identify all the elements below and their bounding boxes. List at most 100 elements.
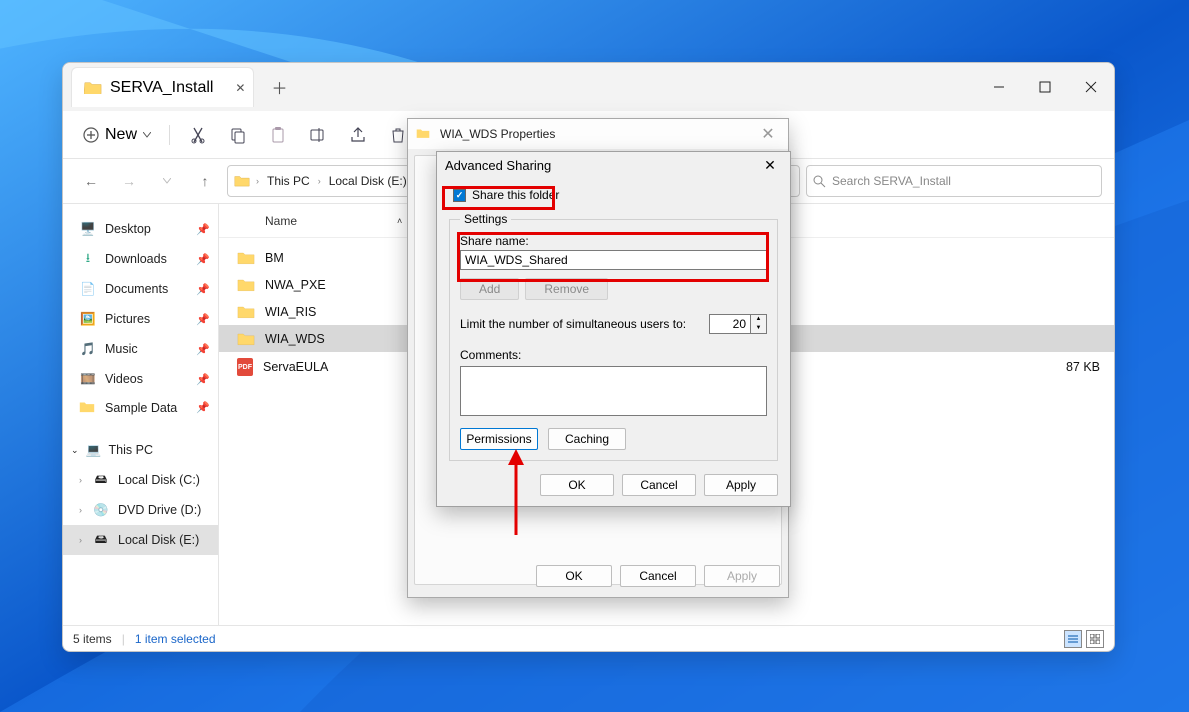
chevron-right-icon: › <box>79 505 82 515</box>
remove-button[interactable]: Remove <box>525 278 608 300</box>
folder-icon <box>237 304 255 319</box>
chevron-down-icon: ⌄ <box>71 445 79 456</box>
file-name: BM <box>265 251 284 265</box>
share-name-input[interactable] <box>460 250 767 270</box>
add-button[interactable]: Add <box>460 278 519 300</box>
properties-ok-button[interactable]: OK <box>536 565 612 587</box>
maximize-button[interactable] <box>1022 71 1068 103</box>
nav-drive-d[interactable]: ›💿DVD Drive (D:) <box>63 495 218 525</box>
file-name: ServaEULA <box>263 360 328 374</box>
comments-input[interactable] <box>460 366 767 416</box>
close-icon[interactable]: ✕ <box>756 124 780 144</box>
pin-icon: 📌 <box>196 313 210 326</box>
videos-icon: 🎞️ <box>79 370 97 388</box>
pin-icon: 📌 <box>196 283 210 296</box>
nav-music[interactable]: 🎵Music📌 <box>63 334 218 364</box>
view-icons-button[interactable] <box>1086 630 1104 648</box>
thispc-icon: 💻 <box>85 441 103 459</box>
tab-serva-install[interactable]: SERVA_Install ✕ <box>71 67 254 107</box>
properties-cancel-button[interactable]: Cancel <box>620 565 696 587</box>
search-icon <box>813 175 826 188</box>
limit-users-spinner[interactable]: ▲▼ <box>709 314 767 334</box>
share-this-folder-checkbox[interactable]: ✓ Share this folder <box>449 184 778 206</box>
limit-users-input[interactable] <box>709 314 751 334</box>
folder-icon <box>84 80 102 95</box>
downloads-icon: ⭳ <box>79 250 97 268</box>
annotation-arrow-icon <box>504 449 528 535</box>
nav-downloads[interactable]: ⭳Downloads📌 <box>63 244 218 274</box>
advanced-sharing-titlebar[interactable]: Advanced Sharing ✕ <box>437 152 790 178</box>
recent-locations-chevron[interactable] <box>151 165 183 197</box>
nav-drive-c[interactable]: ›🖴Local Disk (C:) <box>63 465 218 495</box>
forward-button[interactable]: → <box>113 165 145 197</box>
close-icon[interactable]: ✕ <box>758 157 782 174</box>
pin-icon: 📌 <box>196 401 210 414</box>
copy-icon[interactable] <box>220 117 256 153</box>
new-button[interactable]: New <box>75 122 159 148</box>
close-button[interactable] <box>1068 71 1114 103</box>
spinner-down-icon[interactable]: ▼ <box>751 324 766 333</box>
file-name: NWA_PXE <box>265 278 326 292</box>
back-button[interactable]: ← <box>75 165 107 197</box>
advanced-sharing-title: Advanced Sharing <box>445 158 551 173</box>
file-name: WIA_WDS <box>265 332 325 346</box>
properties-title: WIA_WDS Properties <box>440 127 555 141</box>
pictures-icon: 🖼️ <box>79 310 97 328</box>
view-details-button[interactable] <box>1064 630 1082 648</box>
pin-icon: 📌 <box>196 343 210 356</box>
nav-thispc[interactable]: ⌄💻This PC <box>63 435 218 465</box>
column-name[interactable]: Name <box>265 214 297 228</box>
folder-icon <box>79 400 97 415</box>
share-icon[interactable] <box>340 117 376 153</box>
search-placeholder: Search SERVA_Install <box>832 174 951 188</box>
properties-apply-button[interactable]: Apply <box>704 565 780 587</box>
nav-documents[interactable]: 📄Documents📌 <box>63 274 218 304</box>
pdf-icon: PDF <box>237 358 253 376</box>
up-button[interactable]: ↑ <box>189 165 221 197</box>
rename-icon[interactable] <box>300 117 336 153</box>
permissions-button[interactable]: Permissions <box>460 428 538 450</box>
breadcrumb-drive[interactable]: Local Disk (E:) <box>325 172 411 190</box>
share-name-label: Share name: <box>460 234 767 248</box>
status-bar: 5 items | 1 item selected <box>63 625 1114 651</box>
properties-titlebar[interactable]: WIA_WDS Properties ✕ <box>408 119 788 149</box>
music-icon: 🎵 <box>79 340 97 358</box>
adv-ok-button[interactable]: OK <box>540 474 614 496</box>
folder-icon <box>416 127 434 142</box>
cut-icon[interactable] <box>180 117 216 153</box>
nav-drive-e[interactable]: ›🖴Local Disk (E:) <box>63 525 218 555</box>
limit-users-label: Limit the number of simultaneous users t… <box>460 317 686 331</box>
adv-apply-button[interactable]: Apply <box>704 474 778 496</box>
navigation-pane: 🖥️Desktop📌 ⭳Downloads📌 📄Documents📌 🖼️Pic… <box>63 204 219 625</box>
chevron-right-icon: › <box>79 475 82 485</box>
pin-icon: 📌 <box>196 373 210 386</box>
dvd-icon: 💿 <box>92 501 110 519</box>
settings-legend: Settings <box>460 212 511 226</box>
new-tab-button[interactable]: ＋ <box>264 75 294 99</box>
tab-close-icon[interactable]: ✕ <box>235 81 245 95</box>
nav-desktop[interactable]: 🖥️Desktop📌 <box>63 214 218 244</box>
settings-group: Settings Share name: Add Remove Limit th… <box>449 212 778 461</box>
paste-icon[interactable] <box>260 117 296 153</box>
status-selected: 1 item selected <box>135 632 216 646</box>
folder-icon <box>237 277 255 292</box>
nav-sampledata[interactable]: Sample Data📌 <box>63 394 218 421</box>
folder-icon <box>237 331 255 346</box>
minimize-button[interactable] <box>976 71 1022 103</box>
spinner-up-icon[interactable]: ▲ <box>751 315 766 324</box>
nav-pictures[interactable]: 🖼️Pictures📌 <box>63 304 218 334</box>
search-input[interactable]: Search SERVA_Install <box>806 165 1102 197</box>
adv-cancel-button[interactable]: Cancel <box>622 474 696 496</box>
drive-icon: 🖴 <box>92 531 110 549</box>
caching-button[interactable]: Caching <box>548 428 626 450</box>
titlebar[interactable]: SERVA_Install ✕ ＋ <box>63 63 1114 111</box>
breadcrumb-thispc[interactable]: This PC <box>263 172 314 190</box>
folder-icon <box>234 174 252 189</box>
file-name: WIA_RIS <box>265 305 316 319</box>
nav-videos[interactable]: 🎞️Videos📌 <box>63 364 218 394</box>
status-item-count: 5 items <box>73 632 112 646</box>
pin-icon: 📌 <box>196 223 210 236</box>
comments-label: Comments: <box>460 348 767 362</box>
file-size: 87 KB <box>1066 360 1100 374</box>
drive-icon: 🖴 <box>92 471 110 489</box>
